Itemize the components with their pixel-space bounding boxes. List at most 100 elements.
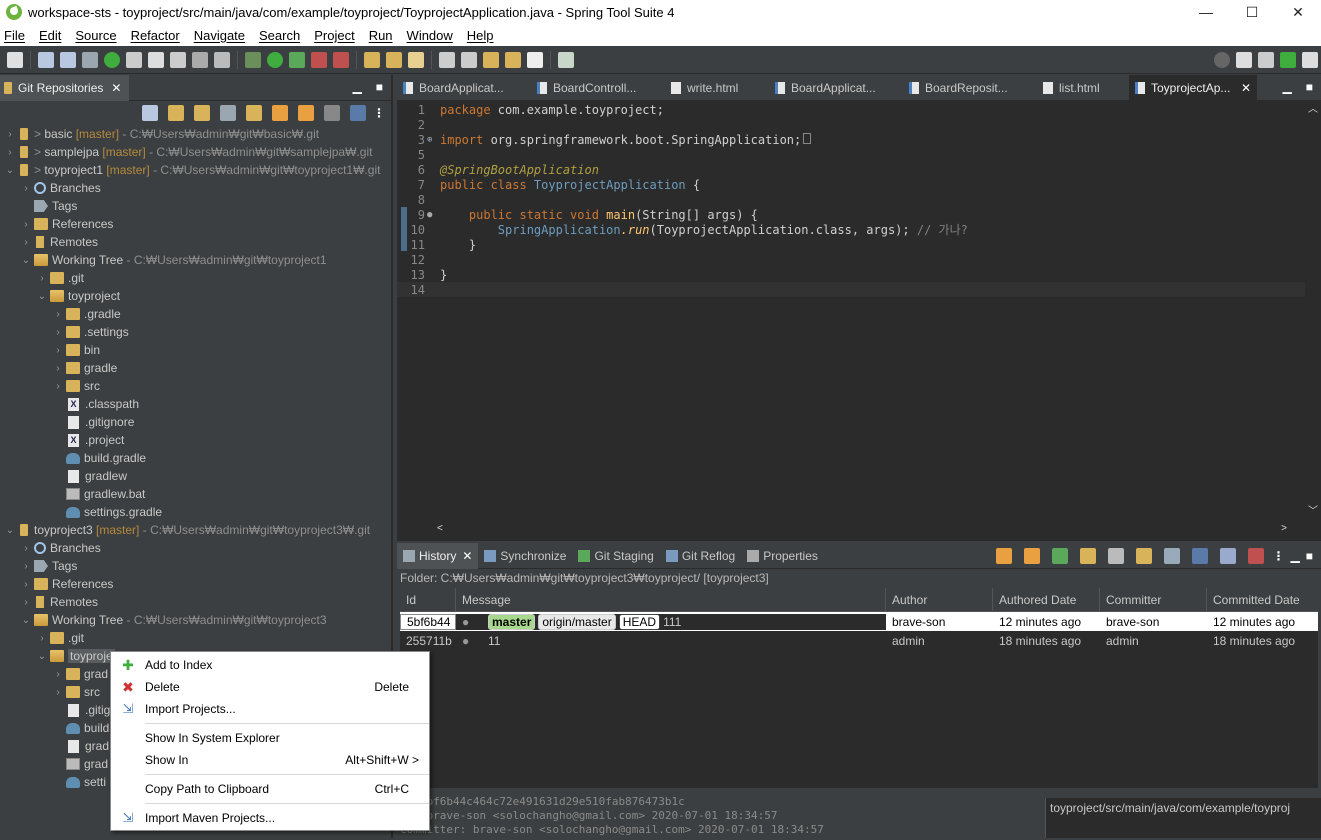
tree-row[interactable]: gradlew: [0, 467, 391, 485]
search-icon[interactable]: [1214, 51, 1230, 68]
maximize-view-icon[interactable]: ■: [376, 80, 383, 94]
chevron-down-icon[interactable]: ⌄: [4, 525, 16, 536]
chevron-right-icon[interactable]: ›: [4, 129, 16, 140]
open-type-icon[interactable]: [364, 51, 380, 68]
tree-row[interactable]: › Branches: [0, 539, 391, 557]
chevron-right-icon[interactable]: ›: [52, 687, 64, 698]
editor-tab[interactable]: write.html: [665, 75, 769, 101]
chevron-right-icon[interactable]: ›: [4, 147, 16, 158]
open-resource-icon[interactable]: [386, 51, 402, 68]
table-row[interactable]: 5bf6b44 ● master origin/master HEAD 111 …: [400, 612, 1318, 631]
collapse-all-icon[interactable]: [142, 105, 158, 121]
stop-icon[interactable]: [311, 51, 327, 68]
menu-window[interactable]: Window: [403, 28, 463, 43]
fold-collapse-icon[interactable]: ●: [427, 210, 438, 220]
editor-tab[interactable]: BoardReposit...: [903, 75, 1037, 101]
view-menu-icon[interactable]: ⋮: [1273, 549, 1285, 563]
open-perspective-icon[interactable]: [558, 51, 574, 68]
refresh-icon[interactable]: [272, 105, 288, 121]
chevron-right-icon[interactable]: ›: [52, 363, 64, 374]
layout-icon[interactable]: [324, 105, 340, 121]
minimize-view-icon[interactable]: ▁: [1283, 80, 1292, 94]
highlighter-icon[interactable]: [408, 51, 424, 68]
chevron-right-icon[interactable]: ›: [52, 345, 64, 356]
vertical-scrollbar[interactable]: ︿ ﹀: [1305, 102, 1321, 520]
column-header[interactable]: Committer: [1100, 588, 1207, 611]
tree-row[interactable]: › src: [0, 377, 391, 395]
tree-row[interactable]: › .gradle: [0, 305, 391, 323]
tab-synchronize[interactable]: Synchronize: [478, 543, 572, 569]
save-icon[interactable]: [38, 51, 54, 68]
tree-row[interactable]: ⌄ toyproject: [0, 287, 391, 305]
tree-row[interactable]: › > basic [master] - C:₩Users₩admin₩git₩…: [0, 125, 391, 143]
horizontal-scrollbar[interactable]: < >: [437, 523, 1287, 537]
menu-help[interactable]: Help: [463, 28, 504, 43]
editor-tab[interactable]: BoardApplicat...: [769, 75, 903, 101]
column-header[interactable]: Authored Date: [993, 588, 1100, 611]
column-header[interactable]: Committed Date: [1207, 588, 1318, 611]
menu-refactor[interactable]: Refactor: [127, 28, 190, 43]
tree-row[interactable]: ⌄ toyproject3 [master] - C:₩Users₩admin₩…: [0, 521, 391, 539]
close-icon[interactable]: ✕: [111, 81, 121, 95]
tree-row[interactable]: › References: [0, 215, 391, 233]
toggle-breadcrumb-icon[interactable]: [126, 51, 142, 68]
run-external-tools-icon[interactable]: [289, 51, 305, 68]
run-icon[interactable]: [267, 51, 283, 68]
table-row[interactable]: 255711b ● 11 admin 18 minutes ago admin …: [400, 631, 1318, 650]
perspective-java-icon[interactable]: [1236, 51, 1252, 68]
tree-row[interactable]: ⌄ Working Tree - C:₩Users₩admin₩git₩toypr…: [0, 611, 391, 629]
tree-row[interactable]: › Branches: [0, 179, 391, 197]
new-icon[interactable]: [7, 51, 23, 68]
tree-row[interactable]: gradlew.bat: [0, 485, 391, 503]
chevron-right-icon[interactable]: ›: [52, 381, 64, 392]
debug-icon[interactable]: [245, 51, 261, 68]
tab-git-repositories[interactable]: Git Repositories ✕: [0, 74, 130, 101]
tree-row[interactable]: build.gradle: [0, 449, 391, 467]
chevron-right-icon[interactable]: ›: [20, 561, 32, 572]
link-editor-icon[interactable]: [298, 105, 314, 121]
minimize-view-icon[interactable]: ▁: [1291, 549, 1300, 563]
menu-navigate[interactable]: Navigate: [190, 28, 255, 43]
pin-icon[interactable]: [461, 51, 477, 68]
add-repo-icon[interactable]: [168, 105, 184, 121]
tree-row[interactable]: › References: [0, 575, 391, 593]
menu-search[interactable]: Search: [255, 28, 310, 43]
minimize-view-icon[interactable]: ▁: [353, 80, 362, 94]
editor-tab[interactable]: BoardControll...: [531, 75, 665, 101]
tree-row[interactable]: › .git: [0, 269, 391, 287]
chevron-right-icon[interactable]: ›: [36, 633, 48, 644]
save-all-icon[interactable]: [60, 51, 76, 68]
tree-row[interactable]: X .project: [0, 431, 391, 449]
forward-icon[interactable]: [527, 51, 543, 68]
editor-tab-active[interactable]: ToyprojectAp... ✕: [1129, 74, 1257, 101]
mark-occurrences-icon[interactable]: [148, 51, 164, 68]
show-all-branches-icon[interactable]: [1079, 548, 1096, 564]
tab-properties[interactable]: Properties: [741, 543, 824, 569]
tree-row[interactable]: › bin: [0, 341, 391, 359]
maximize-view-icon[interactable]: ■: [1306, 80, 1313, 94]
scroll-right-icon[interactable]: >: [1281, 523, 1287, 537]
menu-item-show-in-system-explorer[interactable]: Show In System Explorer: [111, 727, 429, 749]
minimize-button[interactable]: —: [1183, 0, 1229, 24]
chevron-right-icon[interactable]: ›: [20, 579, 32, 590]
tree-row[interactable]: › .git: [0, 629, 391, 647]
folded-import-marker[interactable]: [803, 132, 812, 144]
menu-edit[interactable]: Edit: [35, 28, 71, 43]
close-button[interactable]: ✕: [1275, 0, 1321, 24]
boot-dashboard-icon[interactable]: [104, 51, 120, 68]
editor-tab[interactable]: list.html: [1037, 75, 1129, 101]
tree-row[interactable]: X .classpath: [0, 395, 391, 413]
search-icon[interactable]: [1107, 548, 1124, 564]
filter-icon[interactable]: [350, 105, 366, 121]
perspective-git-icon[interactable]: [1302, 51, 1318, 68]
menu-item-add-to-index[interactable]: ✚ Add to Index: [111, 654, 429, 676]
code-area[interactable]: 1 package com.example.toyproject; 2 3 ⊕ imp…: [397, 102, 1305, 520]
perspective-spring-icon[interactable]: [1258, 51, 1274, 68]
menu-source[interactable]: Source: [71, 28, 126, 43]
tree-row[interactable]: › Tags: [0, 557, 391, 575]
commit-details[interactable]: it 5bf6b44c464c72e491631d29e510fab876473…: [400, 795, 1040, 840]
chevron-down-icon[interactable]: ⌄: [36, 291, 48, 302]
chevron-right-icon[interactable]: ›: [20, 543, 32, 554]
menu-item-import-projects[interactable]: ⇲ Import Projects...: [111, 698, 429, 720]
close-icon[interactable]: ✕: [1241, 81, 1251, 95]
